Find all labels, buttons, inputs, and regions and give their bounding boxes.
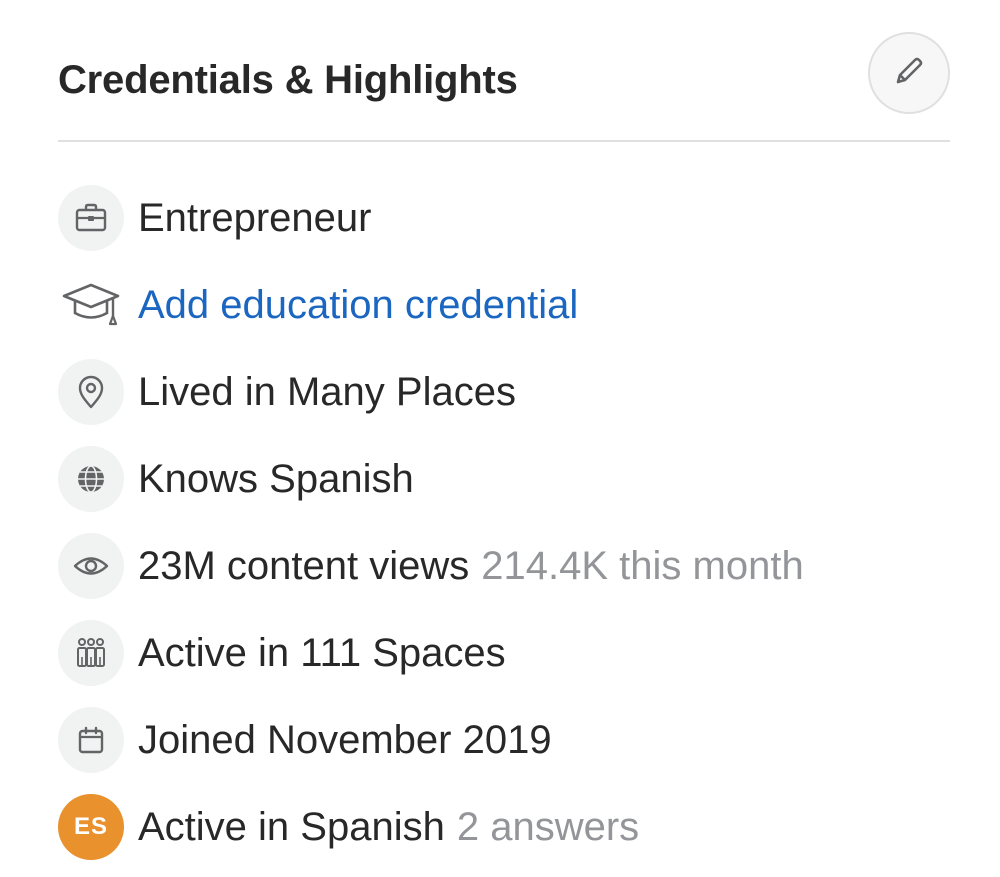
pencil-icon: [889, 51, 929, 96]
globe-icon: [58, 445, 124, 512]
credential-row-spaces[interactable]: Active in 111 Spaces: [58, 609, 950, 696]
credential-row-employment[interactable]: Entrepreneur: [58, 174, 950, 261]
credential-label: Active in 111 Spaces: [138, 630, 506, 675]
credentials-header: Credentials & Highlights: [58, 30, 950, 126]
location-pin-icon: [58, 358, 124, 425]
credential-row-education[interactable]: Add education credential: [58, 261, 950, 348]
graduation-cap-icon: [58, 272, 124, 338]
credentials-list: Entrepreneur Add education credential Li…: [58, 174, 950, 870]
section-title: Credentials & Highlights: [58, 58, 518, 102]
language-badge-text: ES: [73, 812, 108, 840]
briefcase-icon: [58, 184, 124, 251]
header-divider: [58, 140, 950, 142]
credential-row-language[interactable]: Knows Spanish: [58, 435, 950, 522]
answers-count-label: 2 answers: [456, 804, 640, 849]
credential-row-views[interactable]: 23M content views 214.4K this month: [58, 522, 950, 609]
people-group-icon: [58, 619, 124, 686]
add-education-link[interactable]: Add education credential: [138, 281, 578, 329]
credential-row-location[interactable]: Lived in Many Places: [58, 348, 950, 435]
credential-label: Joined November 2019: [138, 717, 552, 762]
content-views-label: 23M content views: [138, 543, 470, 588]
edit-button[interactable]: [868, 32, 950, 114]
calendar-icon: [58, 706, 124, 773]
monthly-views-label: 214.4K this month: [481, 543, 804, 588]
credential-label: Entrepreneur: [138, 195, 372, 240]
credential-label: Active in Spanish: [138, 804, 445, 849]
credential-row-active-language[interactable]: ES Active in Spanish 2 answers: [58, 783, 950, 870]
eye-icon: [58, 532, 124, 599]
language-badge-icon: ES: [58, 793, 124, 860]
credential-label: Knows Spanish: [138, 456, 414, 501]
credential-label: Lived in Many Places: [138, 369, 516, 414]
credential-row-joined[interactable]: Joined November 2019: [58, 696, 950, 783]
